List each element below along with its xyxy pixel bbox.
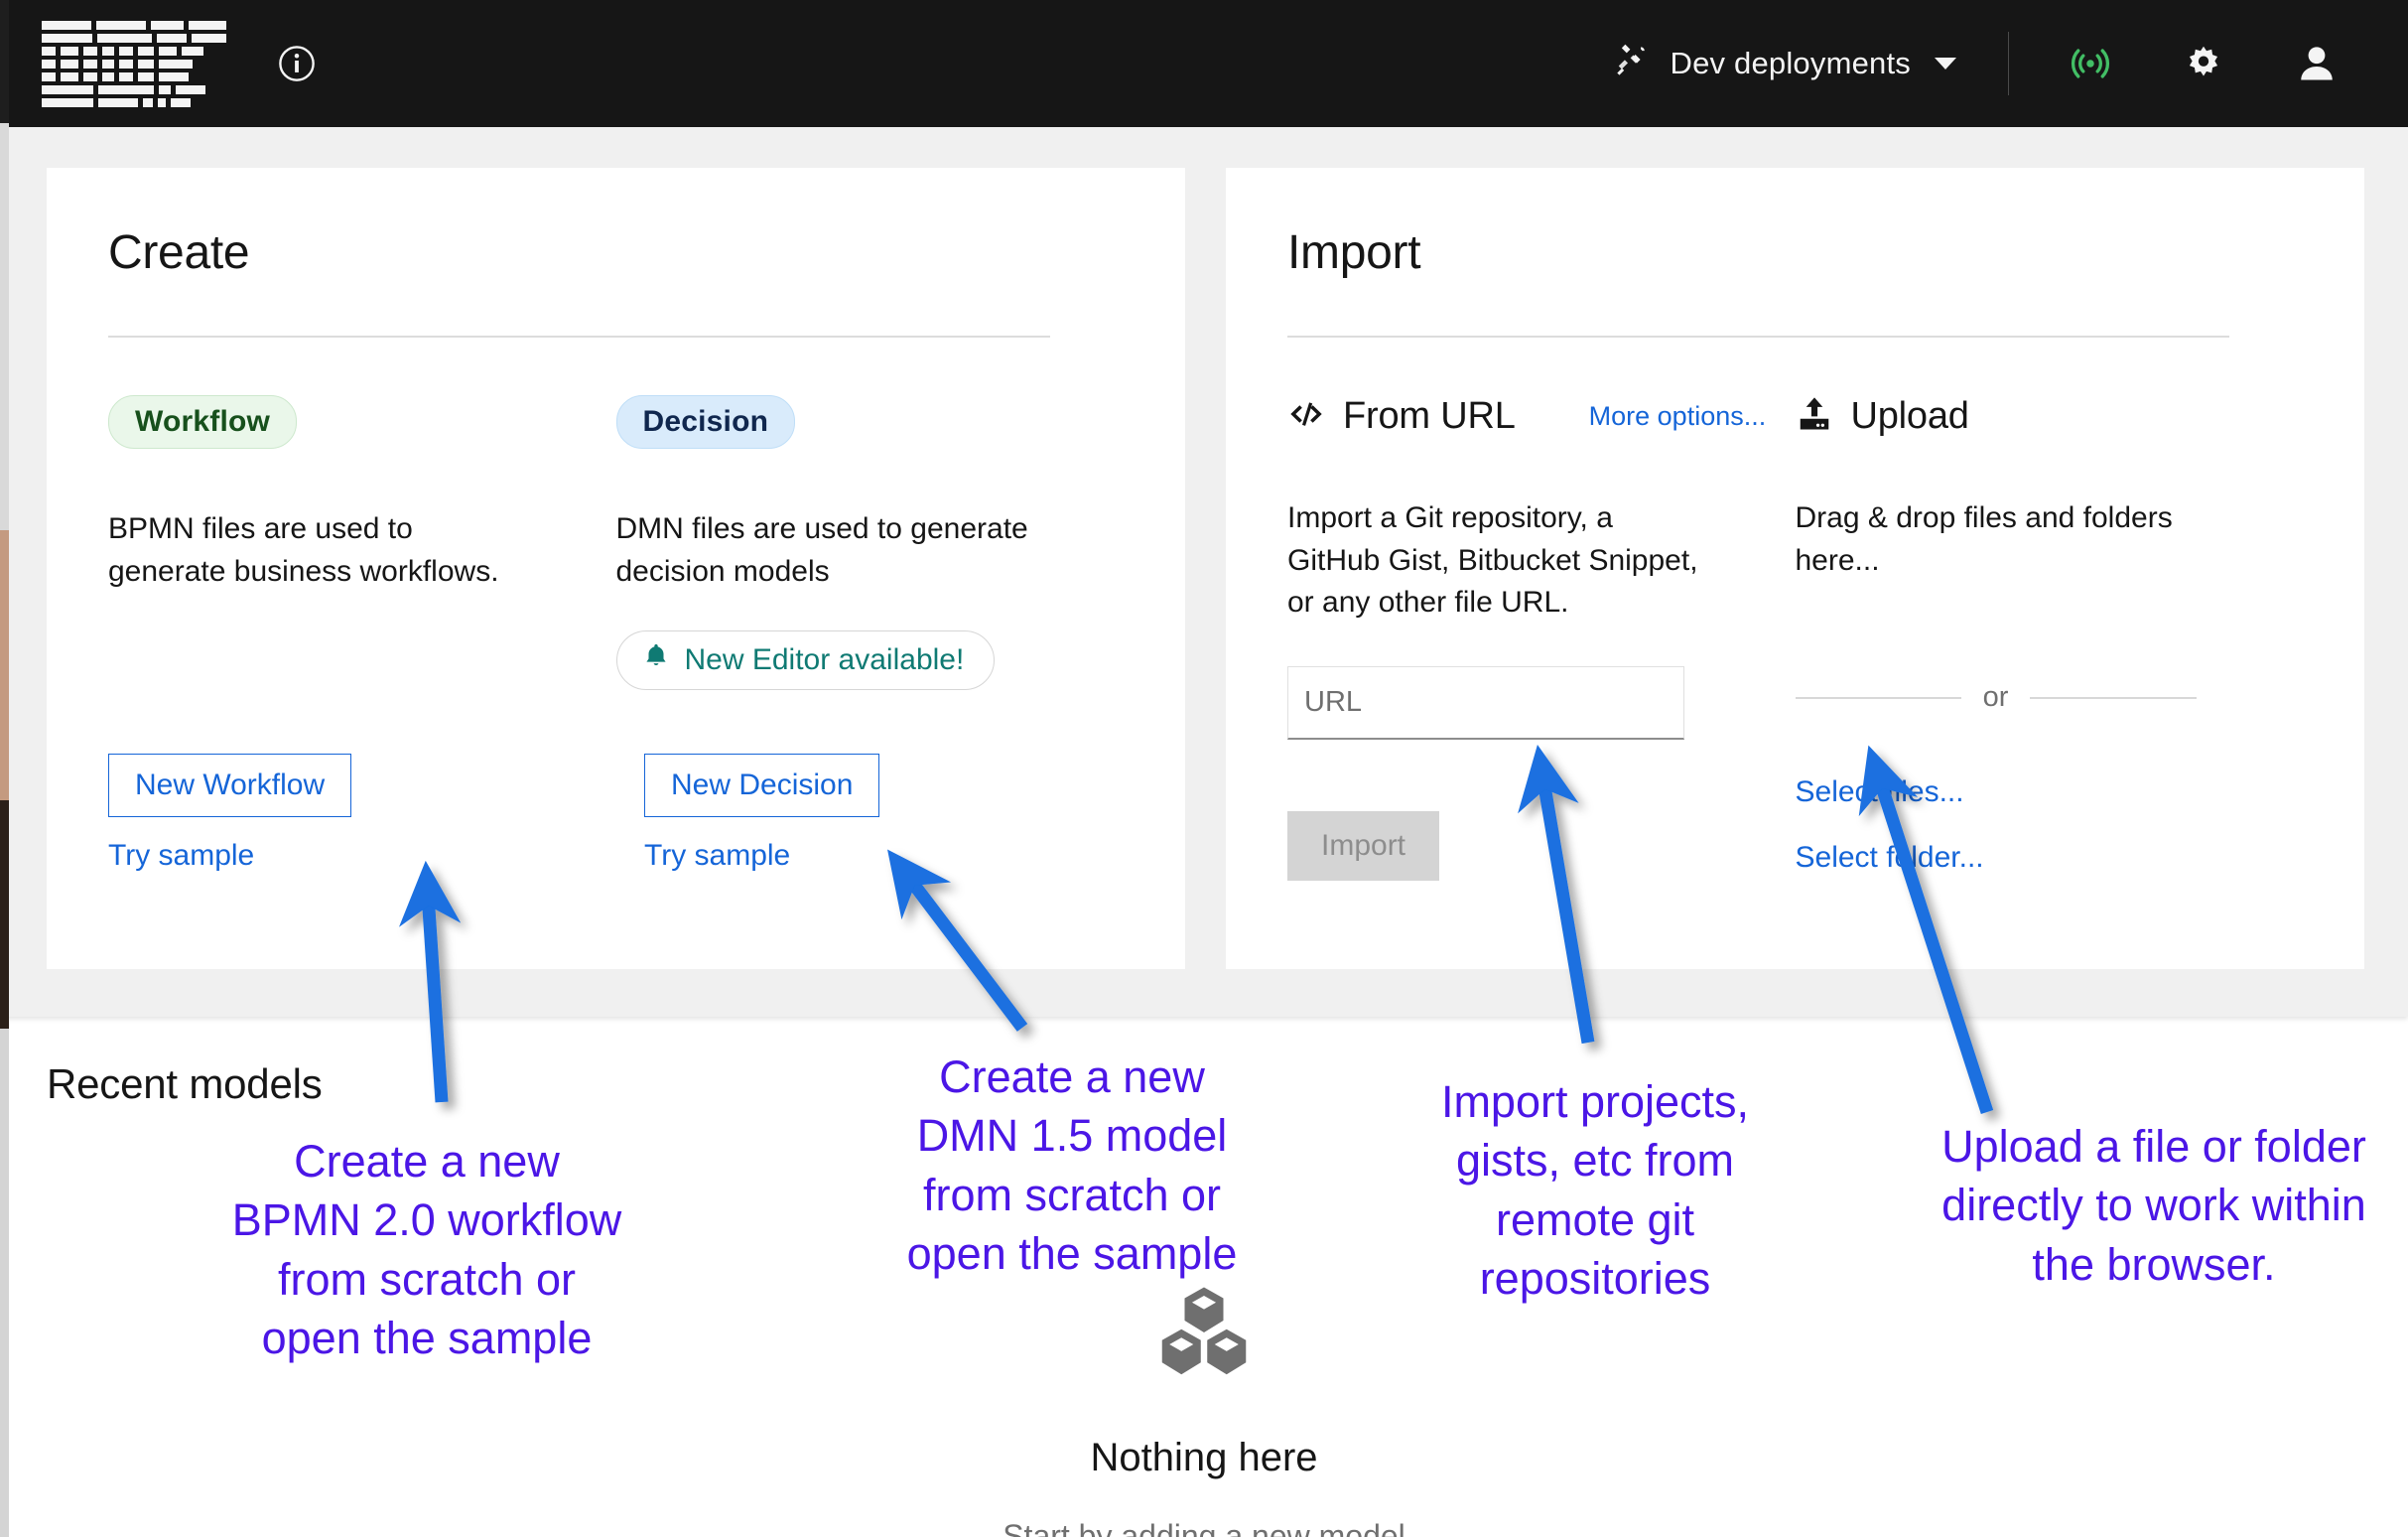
decision-description: DMN files are used to generate decision … — [615, 512, 1028, 588]
from-url-heading: From URL — [1343, 395, 1516, 437]
decision-actions: New Decision Try sample — [644, 754, 1180, 873]
annotation-upload: Upload a file or folder directly to work… — [1941, 1121, 2366, 1290]
select-folder-link[interactable]: Select folder... — [1796, 841, 2304, 875]
cubes-icon — [1152, 1281, 1256, 1384]
import-columns: From URL More options... Import a Git re… — [1287, 395, 2303, 907]
workflow-column: Workflow BPMN files are used to generate… — [108, 395, 616, 690]
new-decision-button[interactable]: New Decision — [644, 754, 880, 817]
create-actions: New Workflow Try sample New Decision Try… — [108, 754, 1180, 873]
ibm-logo[interactable] — [42, 20, 226, 107]
recent-models-title: Recent models — [47, 1060, 323, 1107]
upload-description: Drag & drop files and folders here... — [1795, 501, 2173, 577]
dev-deployments-label: Dev deployments — [1670, 46, 1911, 80]
upload-links: Select files... Select folder... — [1796, 775, 2304, 875]
url-input[interactable] — [1287, 665, 1684, 740]
decision-column: Decision DMN files are used to generate … — [615, 395, 1125, 691]
create-title: Create — [108, 226, 250, 279]
workflow-try-sample-link[interactable]: Try sample — [108, 839, 254, 873]
import-button[interactable]: Import — [1287, 810, 1440, 881]
recent-models-empty-state: Nothing here Start by adding a new model — [0, 1281, 2408, 1537]
app-root: Dev deployments Create Workflow BPMN fil… — [0, 0, 2408, 1537]
satellite-icon — [1614, 41, 1652, 86]
info-icon[interactable] — [278, 45, 316, 82]
select-files-link[interactable]: Select files... — [1796, 775, 2304, 809]
from-url-heading-row: From URL More options... — [1287, 395, 1796, 438]
create-divider — [108, 336, 1050, 338]
new-workflow-button[interactable]: New Workflow — [108, 754, 352, 817]
top-navigation-bar: Dev deployments — [0, 0, 2408, 127]
from-url-description: Import a Git repository, a GitHub Gist, … — [1287, 501, 1698, 620]
chevron-down-icon — [1935, 58, 1956, 70]
from-url-column: From URL More options... Import a Git re… — [1287, 395, 1796, 907]
import-title: Import — [1287, 226, 1421, 279]
workflow-badge: Workflow — [108, 395, 298, 449]
or-label: or — [1982, 681, 2009, 714]
or-separator: or — [1795, 681, 2197, 714]
annotation-import-url: Import projects, gists, etc from remote … — [1440, 1076, 1750, 1305]
topbar-divider — [2008, 32, 2009, 95]
annotation-new-decision: Create a new DMN 1.5 model from scratch … — [906, 1051, 1238, 1280]
create-card: Create Workflow BPMN files are used to g… — [47, 168, 1185, 969]
decision-badge: Decision — [615, 395, 796, 449]
more-options-link[interactable]: More options... — [1589, 401, 1767, 432]
background-window-sliver — [0, 0, 9, 1537]
import-divider — [1287, 336, 2229, 338]
bell-icon — [641, 641, 671, 679]
empty-state-title: Nothing here — [1090, 1436, 1318, 1479]
connection-signal-icon[interactable] — [2065, 38, 2116, 89]
new-editor-available-badge[interactable]: New Editor available! — [615, 630, 996, 691]
new-editor-label: New Editor available! — [684, 643, 965, 677]
dev-deployments-dropdown[interactable]: Dev deployments — [1614, 41, 1966, 86]
code-brackets-icon — [1287, 395, 1325, 438]
empty-state-subtitle: Start by adding a new model — [1003, 1518, 1405, 1537]
upload-icon — [1796, 395, 1833, 438]
import-card: Import From URL More options... Import a… — [1226, 168, 2364, 969]
decision-try-sample-link[interactable]: Try sample — [644, 839, 790, 873]
workflow-description: BPMN files are used to generate business… — [108, 512, 499, 588]
upload-column: Upload Drag & drop files and folders her… — [1795, 395, 2304, 907]
user-avatar-icon[interactable] — [2291, 38, 2342, 89]
upload-heading: Upload — [1850, 395, 1969, 437]
gear-icon[interactable] — [2178, 38, 2229, 89]
workflow-actions: New Workflow Try sample — [108, 754, 644, 873]
create-columns: Workflow BPMN files are used to generate… — [108, 395, 1125, 691]
upload-heading-row: Upload — [1796, 395, 2304, 438]
